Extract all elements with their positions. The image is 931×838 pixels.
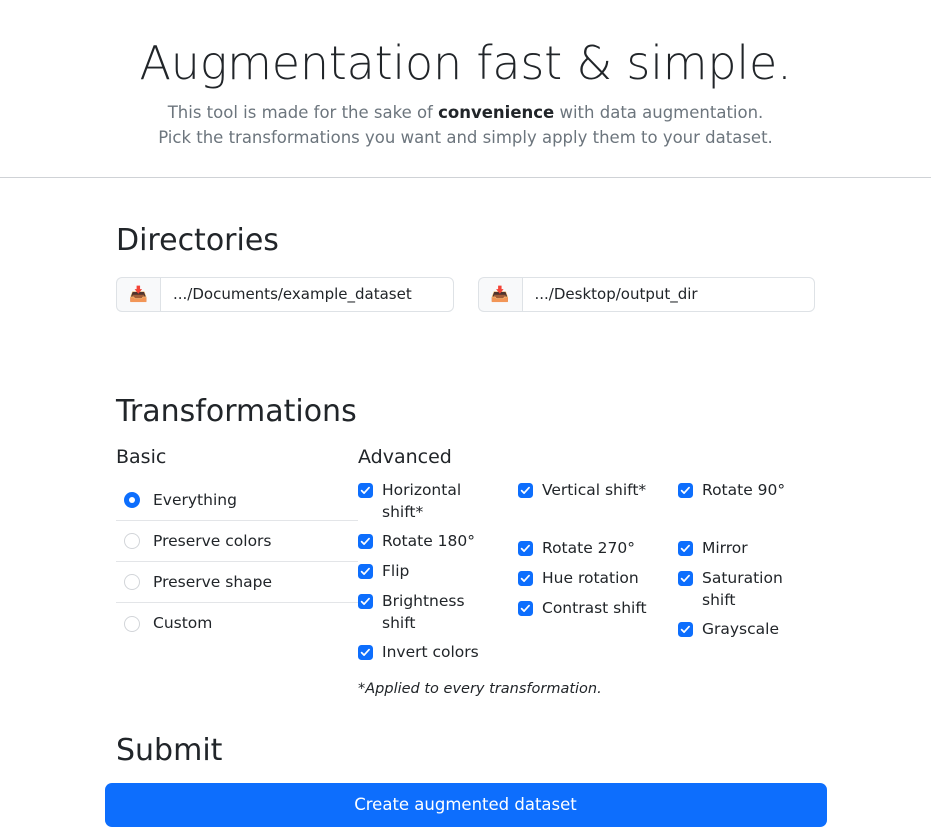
checkmark-icon bbox=[678, 622, 693, 638]
subtitle-emphasis: convenience bbox=[438, 102, 555, 122]
transformations-section: Transformations Basic Everything Preserv… bbox=[0, 394, 931, 697]
advanced-checkbox-grid: Horizontal shift* Rotate 180° Flip Brigh… bbox=[358, 480, 815, 672]
directories-row: 📥 📥 bbox=[116, 276, 815, 312]
checkbox-flip[interactable]: Flip bbox=[358, 561, 518, 583]
checkbox-vertical-shift[interactable]: Vertical shift* bbox=[518, 480, 678, 502]
radio-indicator-icon bbox=[124, 533, 140, 550]
checkmark-icon bbox=[358, 483, 373, 499]
inbox-tray-icon[interactable]: 📥 bbox=[477, 276, 522, 312]
subtitle-text-after: with data augmentation. bbox=[554, 102, 764, 122]
radio-label: Everything bbox=[153, 490, 237, 509]
transformations-heading: Transformations bbox=[116, 393, 357, 429]
radio-everything[interactable]: Everything bbox=[116, 480, 358, 522]
checkmark-icon bbox=[678, 541, 693, 557]
checkbox-label: Horizontal shift* bbox=[382, 481, 462, 521]
header-divider bbox=[0, 176, 931, 178]
radio-indicator-icon bbox=[124, 574, 140, 591]
checkbox-label: Invert colors bbox=[382, 642, 479, 661]
directories-heading: Directories bbox=[116, 222, 279, 258]
radio-preserve-colors[interactable]: Preserve colors bbox=[116, 521, 358, 563]
checkbox-label: Grayscale bbox=[702, 620, 779, 639]
radio-indicator-icon bbox=[124, 492, 140, 509]
checkbox-grayscale[interactable]: Grayscale bbox=[678, 619, 815, 641]
output-directory-input[interactable] bbox=[521, 276, 815, 312]
advanced-column-3: Rotate 90° Mirror Saturation shift Grays… bbox=[678, 480, 815, 672]
checkbox-rotate-270[interactable]: Rotate 270° bbox=[518, 538, 678, 560]
checkbox-horizontal-shift[interactable]: Horizontal shift* bbox=[358, 480, 518, 523]
checkbox-hue-rotation[interactable]: Hue rotation bbox=[518, 568, 678, 590]
checkbox-contrast-shift[interactable]: Contrast shift bbox=[518, 598, 678, 620]
page-header: Augmentation fast & simple. This tool is… bbox=[0, 0, 931, 178]
checkmark-icon bbox=[518, 601, 533, 617]
column-2-spacer bbox=[518, 510, 678, 538]
checkbox-invert-colors[interactable]: Invert colors bbox=[358, 642, 518, 664]
radio-label: Preserve shape bbox=[153, 572, 273, 591]
input-dataset-directory: 📥 bbox=[116, 276, 454, 312]
checkbox-label: Hue rotation bbox=[542, 569, 639, 588]
submit-section: Submit Create augmented dataset bbox=[0, 733, 931, 827]
directories-section: Directories 📥 📥 bbox=[0, 223, 931, 312]
advanced-transformations-group: Advanced Horizontal shift* Rotate 180° F… bbox=[358, 446, 815, 697]
basic-heading: Basic bbox=[116, 445, 167, 468]
checkmark-icon bbox=[518, 483, 533, 499]
checkbox-mirror[interactable]: Mirror bbox=[678, 538, 815, 560]
checkbox-label: Mirror bbox=[702, 539, 748, 558]
checkbox-label: Brightness shift bbox=[382, 592, 465, 632]
subtitle-text-before: This tool is made for the sake of bbox=[167, 102, 439, 122]
basic-transformations-group: Basic Everything Preserve colors Preserv… bbox=[116, 446, 358, 697]
advanced-column-2: Vertical shift* Rotate 270° Hue rotation bbox=[518, 480, 678, 672]
checkbox-label: Rotate 270° bbox=[542, 539, 636, 558]
submit-heading: Submit bbox=[116, 732, 223, 768]
checkmark-icon bbox=[358, 534, 373, 550]
checkbox-label: Saturation shift bbox=[702, 569, 783, 609]
page-title: Augmentation fast & simple. bbox=[139, 36, 792, 90]
checkbox-label: Contrast shift bbox=[542, 599, 647, 618]
checkmark-icon bbox=[358, 564, 373, 580]
checkbox-label: Rotate 90° bbox=[702, 481, 786, 500]
input-output-directory: 📥 bbox=[477, 276, 815, 312]
checkmark-icon bbox=[678, 571, 693, 587]
checkmark-icon bbox=[678, 483, 693, 499]
checkbox-label: Flip bbox=[382, 562, 410, 581]
subtitle-line1: This tool is made for the sake of conven… bbox=[168, 103, 764, 122]
checkmark-icon bbox=[518, 571, 533, 587]
submit-heading-wrap: Submit bbox=[0, 733, 931, 769]
dataset-directory-input[interactable] bbox=[160, 276, 454, 312]
checkbox-label: Rotate 180° bbox=[382, 532, 476, 551]
radio-preserve-shape[interactable]: Preserve shape bbox=[116, 562, 358, 604]
radio-label: Custom bbox=[153, 614, 213, 633]
checkbox-rotate-180[interactable]: Rotate 180° bbox=[358, 531, 518, 553]
create-augmented-dataset-button[interactable]: Create augmented dataset bbox=[104, 782, 827, 827]
advanced-heading: Advanced bbox=[358, 445, 452, 468]
radio-custom[interactable]: Custom bbox=[116, 603, 358, 644]
checkbox-rotate-90[interactable]: Rotate 90° bbox=[678, 480, 815, 502]
checkmark-icon bbox=[518, 541, 533, 557]
advanced-column-1: Horizontal shift* Rotate 180° Flip Brigh… bbox=[358, 480, 518, 672]
basic-radio-list: Everything Preserve colors Preserve shap… bbox=[116, 480, 358, 644]
subtitle-line2: Pick the transformations you want and si… bbox=[158, 128, 773, 148]
page-subtitle: This tool is made for the sake of conven… bbox=[0, 100, 931, 151]
checkbox-brightness-shift[interactable]: Brightness shift bbox=[358, 591, 518, 634]
radio-label: Preserve colors bbox=[153, 531, 272, 550]
checkmark-icon bbox=[358, 594, 373, 610]
advanced-footnote: *Applied to every transformation. bbox=[358, 680, 602, 697]
transformations-columns: Basic Everything Preserve colors Preserv… bbox=[116, 446, 815, 697]
checkbox-label: Vertical shift* bbox=[542, 481, 647, 500]
checkmark-icon bbox=[358, 644, 373, 660]
radio-indicator-icon bbox=[124, 615, 140, 632]
checkbox-saturation-shift[interactable]: Saturation shift bbox=[678, 568, 815, 611]
inbox-tray-icon[interactable]: 📥 bbox=[116, 276, 160, 312]
page-main: Directories 📥 📥 Transformations Basic bbox=[0, 223, 931, 827]
column-3-spacer bbox=[678, 510, 815, 538]
